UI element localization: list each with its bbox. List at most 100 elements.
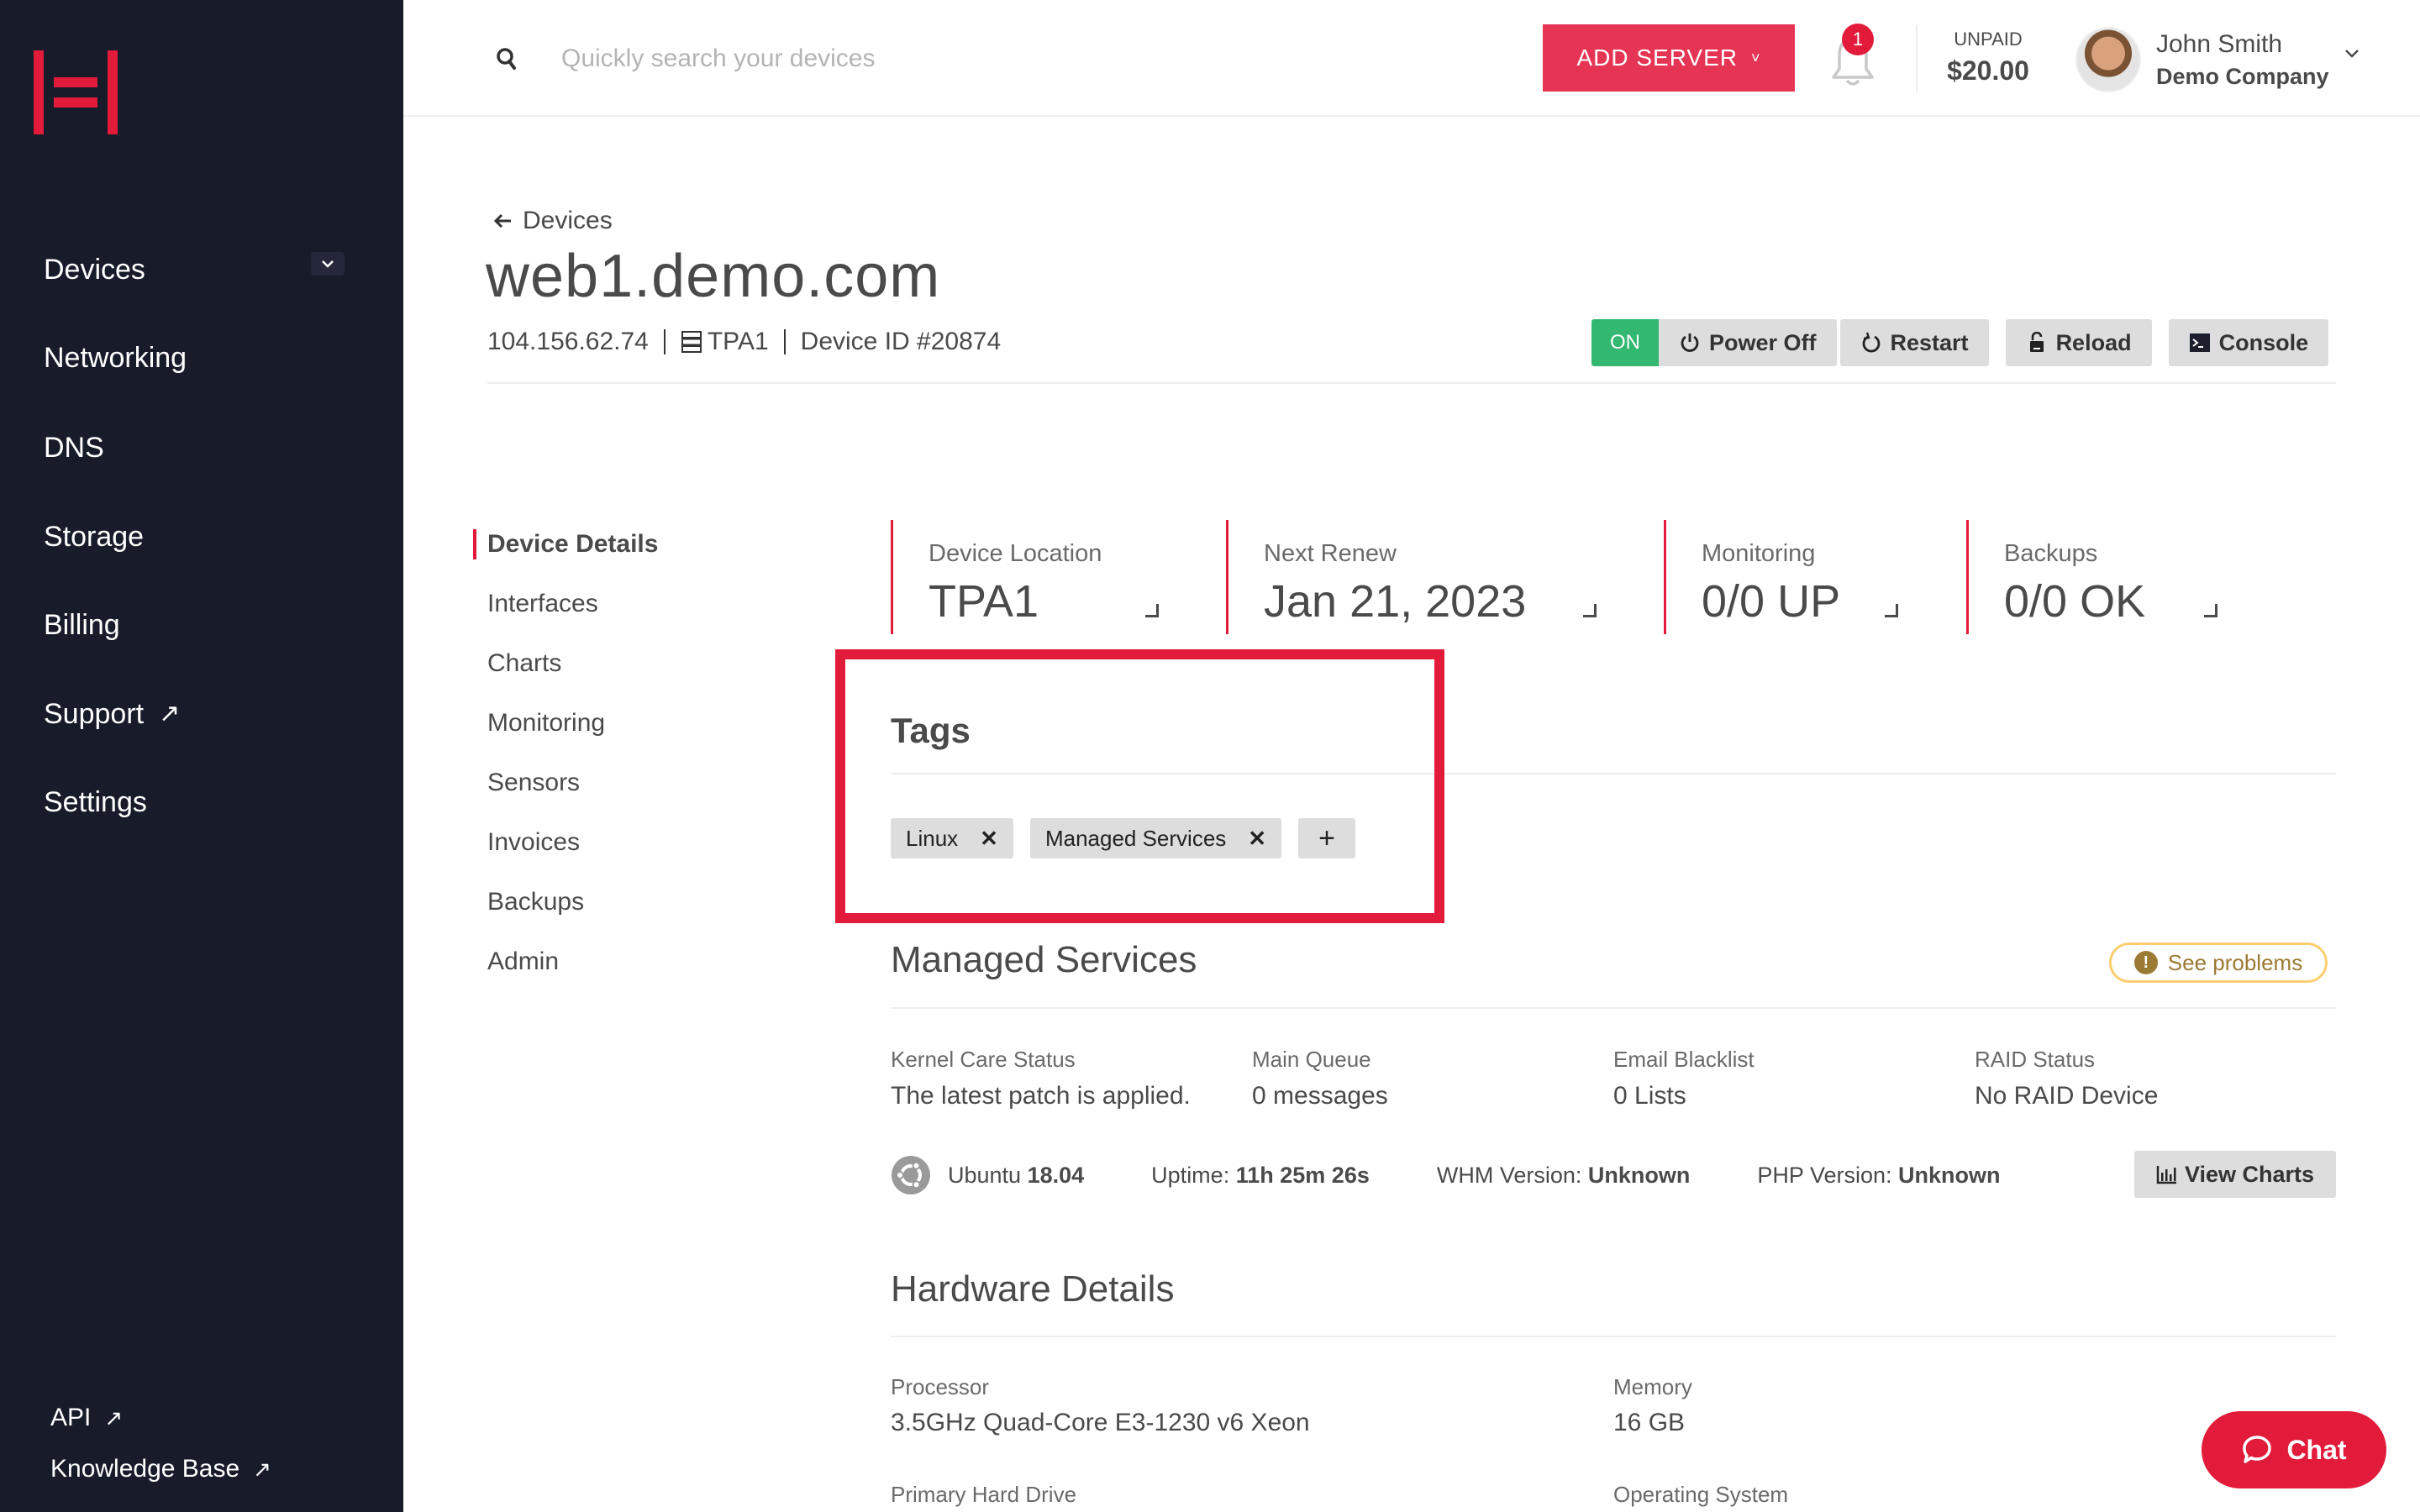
view-charts-button[interactable]: View Charts — [2134, 1151, 2336, 1198]
sidebar-item-storage[interactable]: Storage — [44, 520, 144, 554]
add-tag-button[interactable]: + — [1298, 818, 1356, 858]
reload-icon — [2029, 332, 2044, 352]
user-avatar[interactable] — [2075, 27, 2141, 92]
stat-card-next-renew[interactable]: Next Renew Jan 21, 2023 — [1226, 520, 1597, 634]
sidebar-item-devices[interactable]: Devices — [44, 253, 145, 286]
managed-services-title: Managed Services — [891, 939, 1197, 980]
memory-label: Memory — [1613, 1374, 1692, 1399]
uptime-label: Uptime: — [1151, 1162, 1230, 1188]
remove-tag-icon[interactable]: ✕ — [1248, 826, 1266, 852]
whm-value: Unknown — [1587, 1162, 1691, 1188]
sidebar-item-settings[interactable]: Settings — [44, 785, 147, 819]
external-link-icon: ↗ — [253, 1457, 271, 1482]
main-queue-value: 0 messages — [1252, 1082, 1388, 1110]
notification-count-badge: 1 — [1842, 24, 1874, 55]
tag-chip: Managed Services ✕ — [1029, 818, 1282, 858]
power-off-button[interactable]: Power Off — [1659, 319, 1837, 366]
php-info: PHP Version: Unknown — [1757, 1163, 2000, 1189]
power-control-group: ON Power Off — [1591, 319, 1837, 366]
main-queue-label: Main Queue — [1252, 1047, 1371, 1072]
subnav-invoices[interactable]: Invoices — [487, 827, 580, 858]
power-icon — [1681, 333, 1699, 352]
unpaid-amount[interactable]: $20.00 — [1938, 55, 2039, 87]
subnav-device-details[interactable]: Device Details — [487, 529, 658, 559]
subnav-sensors[interactable]: Sensors — [487, 768, 580, 798]
chevron-down-icon — [322, 260, 334, 268]
device-location-label: TPA1 — [707, 328, 769, 355]
subnav-active-indicator — [473, 529, 476, 559]
device-search-input[interactable] — [561, 39, 1234, 79]
subnav-monitoring[interactable]: Monitoring — [487, 708, 605, 738]
sidebar-item-label: Settings — [44, 786, 147, 818]
php-value: Unknown — [1898, 1162, 2001, 1188]
uptime-value: 11h 25m 26s — [1235, 1162, 1370, 1188]
subnav-interfaces[interactable]: Interfaces — [487, 589, 598, 619]
device-actions: ON Power Off Restart Reload Console — [1591, 319, 2329, 366]
chat-button[interactable]: Chat — [2202, 1411, 2386, 1488]
add-server-button[interactable]: ADD SERVER ˅ — [1543, 24, 1795, 92]
user-menu-chevron-icon[interactable] — [2343, 47, 2361, 60]
device-hostname-title: web1.demo.com — [486, 243, 941, 310]
arrow-left-icon — [493, 213, 511, 228]
processor-label: Processor — [891, 1374, 990, 1399]
stat-card-monitoring[interactable]: Monitoring 0/0 UP — [1664, 520, 1916, 634]
email-blacklist-value: 0 Lists — [1613, 1082, 1686, 1110]
sidebar-item-billing[interactable]: Billing — [44, 608, 120, 642]
stat-value: 0/0 UP — [1702, 576, 1841, 627]
devices-expand-toggle[interactable] — [311, 252, 345, 276]
external-link-icon: ↗ — [104, 1405, 124, 1431]
knowledge-base-link[interactable]: Knowledge Base ↗ — [50, 1454, 271, 1484]
see-problems-button[interactable]: ! See problems — [2109, 942, 2328, 983]
api-link[interactable]: API ↗ — [50, 1403, 123, 1433]
knowledge-base-link-label: Knowledge Base — [50, 1455, 240, 1483]
os-name: Ubuntu — [948, 1162, 1022, 1188]
ubuntu-logo-icon — [892, 1156, 930, 1194]
reload-button[interactable]: Reload — [2005, 319, 2152, 366]
expand-corner-icon — [1145, 604, 1159, 617]
restart-label: Restart — [1890, 329, 1969, 355]
user-company[interactable]: Demo Company — [2156, 64, 2329, 90]
memory-value: 16 GB — [1613, 1409, 1686, 1436]
whm-label: WHM Version: — [1436, 1162, 1582, 1188]
sidebar: Devices Networking DNS Storage Billing S… — [0, 0, 403, 1512]
raid-status-value: No RAID Device — [1975, 1082, 2159, 1110]
back-to-devices-link[interactable]: Devices — [492, 207, 613, 235]
remove-tag-icon[interactable]: ✕ — [980, 826, 998, 852]
managed-services-divider — [891, 1007, 2336, 1009]
expand-corner-icon — [1583, 604, 1597, 617]
external-link-icon: ↗ — [159, 700, 181, 727]
tag-chip: Linux ✕ — [891, 818, 1013, 858]
uptime-info: Uptime: 11h 25m 26s — [1151, 1163, 1370, 1189]
device-ip: 104.156.62.74 — [487, 328, 649, 355]
sidebar-item-support[interactable]: Support ↗ — [44, 697, 180, 731]
os-version: 18.04 — [1027, 1162, 1085, 1188]
console-icon — [2189, 333, 2210, 352]
sidebar-item-label: Devices — [44, 254, 145, 286]
chat-bubble-icon — [2243, 1436, 2272, 1463]
os-info: Ubuntu 18.04 — [948, 1163, 1084, 1189]
console-button[interactable]: Console — [2168, 319, 2329, 366]
sidebar-item-dns[interactable]: DNS — [44, 431, 104, 465]
warning-icon: ! — [2133, 951, 2158, 974]
subnav-backups[interactable]: Backups — [487, 887, 584, 917]
tags-divider — [891, 773, 2336, 774]
restart-button[interactable]: Restart — [1839, 319, 1989, 366]
stat-card-backups[interactable]: Backups 0/0 OK — [1966, 520, 2235, 634]
device-id: Device ID #20874 — [800, 328, 1002, 355]
stat-card-device-location[interactable]: Device Location TPA1 — [891, 520, 1160, 634]
sidebar-item-networking[interactable]: Networking — [44, 341, 187, 375]
subnav-admin[interactable]: Admin — [487, 947, 559, 977]
view-charts-label: View Charts — [2184, 1161, 2315, 1187]
heading-divider — [487, 382, 2336, 384]
hardware-details-title: Hardware Details — [891, 1268, 1175, 1310]
user-name[interactable]: John Smith — [2156, 30, 2282, 59]
subnav-charts[interactable]: Charts — [487, 648, 561, 679]
stat-label: Monitoring — [1702, 540, 1816, 567]
stat-label: Backups — [2004, 540, 2098, 567]
brand-logo[interactable] — [34, 50, 118, 134]
tags-section-title: Tags — [891, 711, 971, 750]
email-blacklist-label: Email Blacklist — [1613, 1047, 1754, 1072]
restart-icon — [1862, 332, 1880, 353]
unpaid-label: UNPAID — [1954, 29, 2023, 50]
chat-label: Chat — [2286, 1434, 2347, 1465]
